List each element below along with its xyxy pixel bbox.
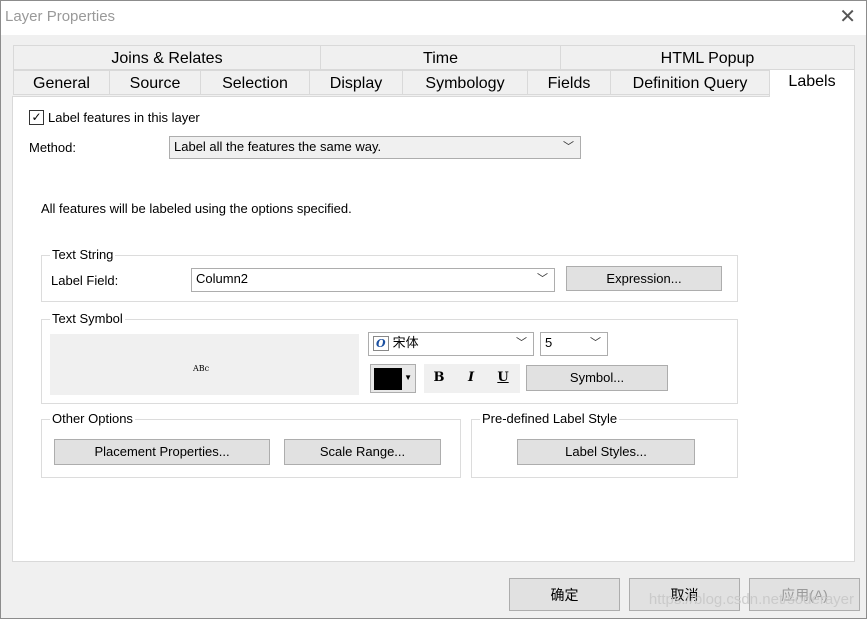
predefined-title: Pre-defined Label Style: [480, 411, 620, 426]
tab-time[interactable]: Time: [320, 45, 561, 70]
ok-button[interactable]: 确定: [509, 578, 620, 611]
window-title: Layer Properties: [5, 8, 116, 25]
label-features-checkbox[interactable]: ✓: [29, 110, 44, 125]
watermark-text: https://blog.csdn.net/soderayer: [648, 591, 854, 608]
tab-selection[interactable]: Selection: [200, 70, 310, 95]
preview-text: ABc: [193, 364, 210, 373]
close-icon[interactable]: ✕: [839, 5, 856, 29]
label-field-label: Label Field:: [51, 273, 119, 288]
font-size-dropdown[interactable]: 5 ﹀: [540, 332, 608, 356]
italic-button[interactable]: I: [460, 367, 482, 389]
symbol-preview: ABc: [50, 334, 359, 395]
chevron-down-icon: ﹀: [590, 337, 601, 349]
text-string-group: Text String Label Field: Column2 ﹀ Expre…: [41, 247, 738, 302]
method-dropdown[interactable]: Label all the features the same way. ﹀: [169, 136, 581, 159]
tab-definition-query[interactable]: Definition Query: [610, 70, 770, 95]
tab-source[interactable]: Source: [109, 70, 201, 95]
expression-button[interactable]: Expression...: [566, 266, 722, 291]
method-value: Label all the features the same way.: [174, 139, 382, 154]
underline-button[interactable]: U: [492, 367, 514, 389]
predefined-label-style-group: Pre-defined Label Style Label Styles...: [471, 411, 738, 478]
placement-properties-button[interactable]: Placement Properties...: [54, 439, 270, 465]
tab-general[interactable]: General: [13, 70, 110, 95]
layer-properties-window: Layer Properties ✕ Joins & Relates Time …: [0, 0, 867, 619]
chevron-down-icon: ﹀: [537, 273, 548, 285]
tab-html-popup[interactable]: HTML Popup: [560, 45, 855, 70]
tab-symbology[interactable]: Symbology: [402, 70, 528, 95]
text-symbol-group: Text Symbol ABc O 宋体 ﹀ 5 ﹀ ▼ B I U Symbol…: [41, 311, 738, 404]
scale-range-button[interactable]: Scale Range...: [284, 439, 441, 465]
tab-joins-relates[interactable]: Joins & Relates: [13, 45, 321, 70]
tab-display[interactable]: Display: [309, 70, 403, 95]
label-field-dropdown[interactable]: Column2 ﹀: [191, 268, 555, 292]
info-text: All features will be labeled using the o…: [41, 201, 352, 216]
format-toolbar: B I U: [424, 364, 520, 393]
text-symbol-title: Text Symbol: [50, 311, 125, 326]
font-dropdown[interactable]: O 宋体 ﹀: [368, 332, 534, 356]
tab-labels[interactable]: Labels: [769, 69, 855, 97]
label-field-value: Column2: [196, 271, 249, 286]
color-swatch: [374, 368, 402, 390]
chevron-down-icon: ﹀: [516, 337, 527, 349]
method-label: Method:: [29, 140, 76, 155]
symbol-button[interactable]: Symbol...: [526, 365, 668, 391]
chevron-down-icon: ﹀: [563, 141, 574, 153]
other-options-group: Other Options Placement Properties... Sc…: [41, 411, 461, 478]
label-styles-button[interactable]: Label Styles...: [517, 439, 695, 465]
other-options-title: Other Options: [50, 411, 135, 426]
font-size-value: 5: [545, 335, 553, 350]
color-picker-button[interactable]: ▼: [370, 364, 416, 393]
bold-button[interactable]: B: [428, 367, 450, 389]
caret-down-icon: ▼: [404, 373, 412, 382]
font-value: 宋体: [392, 335, 419, 350]
title-bar: Layer Properties ✕: [1, 1, 866, 35]
opentype-font-icon: O: [373, 336, 389, 351]
text-string-title: Text String: [50, 247, 116, 262]
labels-panel: ✓ Label features in this layer Method: L…: [12, 96, 855, 562]
tab-fields[interactable]: Fields: [527, 70, 611, 95]
label-features-text: Label features in this layer: [48, 110, 200, 125]
